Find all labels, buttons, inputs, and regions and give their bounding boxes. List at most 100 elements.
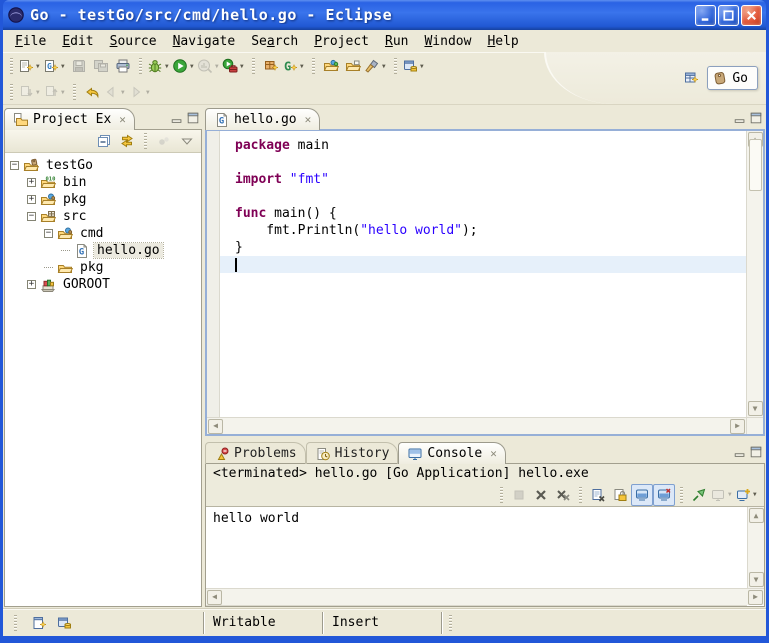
fast-view-icon[interactable] xyxy=(31,615,47,631)
format-brush-button[interactable]: ▼ xyxy=(364,55,389,77)
remove-launch-button[interactable] xyxy=(530,484,552,506)
code-line-5[interactable]: func main() { xyxy=(220,205,746,222)
external-tools-button[interactable]: ▼ xyxy=(222,55,247,77)
close-view-icon[interactable]: ✕ xyxy=(490,447,497,460)
tree-toggle-collapse[interactable]: − xyxy=(10,161,19,170)
code-line-6[interactable]: fmt.Println("hello world"); xyxy=(220,222,746,239)
tab-problems[interactable]: Problems xyxy=(205,442,306,464)
scroll-down-button[interactable]: ▼ xyxy=(748,401,763,416)
menu-project[interactable]: Project xyxy=(306,33,377,50)
code-area[interactable]: package main import "fmt" func main() { fm… xyxy=(220,131,746,417)
tree-item-pkg[interactable]: +pkg xyxy=(5,191,201,208)
display-console-button[interactable]: ▼ xyxy=(710,484,735,506)
new-go-file-button[interactable]: G▼ xyxy=(43,55,68,77)
dropdown-arrow-icon[interactable]: ▼ xyxy=(382,63,389,70)
close-view-icon[interactable]: ✕ xyxy=(119,113,126,126)
scroll-left-button[interactable]: ◀ xyxy=(208,419,223,434)
tree-item-hello-go[interactable]: Ghello.go xyxy=(5,242,201,259)
new-wizard-button[interactable]: ▼ xyxy=(18,55,43,77)
dropdown-arrow-icon[interactable]: ▼ xyxy=(165,63,172,70)
code-line-2[interactable] xyxy=(220,154,746,171)
toolbar-grip[interactable] xyxy=(252,58,255,74)
menu-help[interactable]: Help xyxy=(479,33,526,50)
scrollbar-thumb[interactable] xyxy=(749,139,762,191)
tree-item-goroot[interactable]: +GOROOT xyxy=(5,276,201,293)
editor-horizontal-scrollbar[interactable]: ◀ ▶ xyxy=(207,417,746,434)
tab-history[interactable]: History xyxy=(306,442,399,464)
run-button[interactable]: ▼ xyxy=(172,55,197,77)
link-editor-button[interactable] xyxy=(116,130,138,152)
trim-grip[interactable] xyxy=(449,615,452,631)
save-all-button[interactable] xyxy=(90,55,112,77)
new-go-element-button[interactable]: G▼ xyxy=(282,55,307,77)
focus-task-button[interactable] xyxy=(153,130,175,152)
minimize-console-icon[interactable] xyxy=(733,445,747,459)
dropdown-arrow-icon[interactable]: ▼ xyxy=(146,89,153,96)
close-editor-icon[interactable]: ✕ xyxy=(305,113,312,126)
minimize-editor-icon[interactable] xyxy=(733,111,747,125)
dropdown-arrow-icon[interactable]: ▼ xyxy=(36,89,43,96)
toolbar-grip[interactable] xyxy=(394,58,397,74)
forward-button[interactable]: ▼ xyxy=(128,81,153,103)
code-line-1[interactable]: package main xyxy=(220,137,746,154)
toolbar-grip[interactable] xyxy=(579,487,582,503)
code-line-4[interactable] xyxy=(220,188,746,205)
dropdown-arrow-icon[interactable]: ▼ xyxy=(190,63,197,70)
tree-toggle-expand[interactable]: + xyxy=(27,280,36,289)
export-button[interactable] xyxy=(342,55,364,77)
save-button[interactable] xyxy=(68,55,90,77)
dropdown-arrow-icon[interactable]: ▼ xyxy=(753,491,760,498)
show-stdout-button[interactable] xyxy=(631,484,653,506)
view-menu-button[interactable] xyxy=(176,130,198,152)
dropdown-arrow-icon[interactable]: ▼ xyxy=(240,63,247,70)
pin-console-button[interactable] xyxy=(688,484,710,506)
toolbar-grip[interactable] xyxy=(10,84,13,100)
prev-annotation-button[interactable]: ▼ xyxy=(43,81,68,103)
tree-item-bin[interactable]: +010bin xyxy=(5,174,201,191)
scroll-down-button[interactable]: ▼ xyxy=(749,572,764,587)
console-vertical-scrollbar[interactable]: ▲ ▼ xyxy=(747,507,764,588)
tree-toggle-expand[interactable]: + xyxy=(27,178,36,187)
minimize-view-icon[interactable] xyxy=(170,111,184,125)
show-stderr-button[interactable] xyxy=(653,484,675,506)
back-button[interactable]: ▼ xyxy=(103,81,128,103)
menu-search[interactable]: Search xyxy=(243,33,306,50)
terminate-button[interactable] xyxy=(508,484,530,506)
toolbar-grip[interactable] xyxy=(73,84,76,100)
tree-item-src[interactable]: −src xyxy=(5,208,201,225)
console-horizontal-scrollbar[interactable]: ◀ ▶ xyxy=(206,588,764,605)
menu-file[interactable]: File xyxy=(7,33,54,50)
menu-navigate[interactable]: Navigate xyxy=(165,33,244,50)
tree-item-cmd[interactable]: −cmd xyxy=(5,225,201,242)
toolbar-grip[interactable] xyxy=(139,58,142,74)
go-perspective-button[interactable]: Go xyxy=(707,66,758,90)
code-line-7[interactable]: } xyxy=(220,239,746,256)
print-button[interactable] xyxy=(112,55,134,77)
menu-edit[interactable]: Edit xyxy=(54,33,101,50)
minimize-button[interactable] xyxy=(695,5,716,26)
menu-source[interactable]: Source xyxy=(102,33,165,50)
tree-item-pkg[interactable]: pkg xyxy=(5,259,201,276)
trim-grip[interactable] xyxy=(14,615,17,631)
scroll-lock-button[interactable] xyxy=(609,484,631,506)
toolbar-grip[interactable] xyxy=(500,487,503,503)
maximize-console-icon[interactable] xyxy=(749,445,763,459)
tab-console[interactable]: Console✕ xyxy=(398,442,505,464)
toolbar-grip[interactable] xyxy=(10,58,13,74)
dropdown-arrow-icon[interactable]: ▼ xyxy=(300,63,307,70)
scroll-right-button[interactable]: ▶ xyxy=(730,419,745,434)
dropdown-arrow-icon[interactable]: ▼ xyxy=(728,491,735,498)
tab-project-explorer[interactable]: Project Ex ✕ xyxy=(4,108,135,130)
open-perspective-button[interactable] xyxy=(680,67,702,89)
tab-hello-go[interactable]: G hello.go ✕ xyxy=(205,108,320,130)
code-line-3[interactable]: import "fmt" xyxy=(220,171,746,188)
debug-button[interactable]: ▼ xyxy=(147,55,172,77)
dropdown-arrow-icon[interactable]: ▼ xyxy=(36,63,43,70)
tree-toggle-collapse[interactable]: − xyxy=(44,229,53,238)
tree-toggle-expand[interactable]: + xyxy=(27,195,36,204)
dropdown-arrow-icon[interactable]: ▼ xyxy=(121,89,128,96)
remove-all-launches-button[interactable] xyxy=(552,484,574,506)
dropdown-arrow-icon[interactable]: ▼ xyxy=(61,89,68,96)
maximize-editor-icon[interactable] xyxy=(749,111,763,125)
profile-button[interactable]: ▼ xyxy=(197,55,222,77)
